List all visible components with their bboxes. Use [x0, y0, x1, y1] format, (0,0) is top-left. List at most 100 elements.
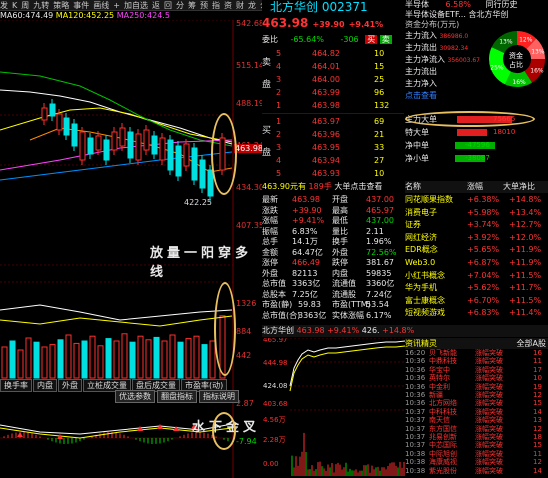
price-axis-label: 542.68: [236, 20, 262, 28]
buy-level[interactable]: 5 463.93 10: [262, 168, 404, 180]
quote-row: 涨停 466.49 跌停 381.67: [262, 257, 404, 268]
menu-item[interactable]: 策略: [53, 1, 69, 10]
volume-axis-label: 442: [236, 351, 251, 360]
sector-row[interactable]: EDR概念 +5.65% +11.9%: [405, 244, 548, 256]
menu-item[interactable]: 财: [236, 1, 244, 10]
quote-row: 涨幅 +9.41% 最低 437.00: [262, 215, 404, 226]
weibi-row: 委比 -65.64% -306 买 卖: [262, 34, 402, 46]
candlestick: [144, 130, 149, 150]
quote-row: 总股本 7.25亿 流通股 7.24亿: [262, 289, 404, 300]
news-row[interactable]: 10:38 紫光股份 涨幅突破 14: [405, 467, 548, 476]
menu-item[interactable]: 周: [21, 1, 29, 10]
candlestick: [200, 160, 205, 188]
sector-row[interactable]: 短视频游戏 +6.83% +11.4%: [405, 307, 548, 319]
sell-level[interactable]: 4 464.01 15: [262, 61, 404, 73]
menu-item[interactable]: 筹: [188, 1, 196, 10]
candlestick: [88, 138, 93, 154]
menu-item[interactable]: 返: [152, 1, 160, 10]
sector-row[interactable]: 同花顺果指数 +6.38% +14.8%: [405, 194, 548, 206]
sell-button[interactable]: 卖: [380, 35, 392, 44]
sell-level[interactable]: 2 463.99 96: [262, 87, 404, 99]
volume-bar: [106, 339, 111, 378]
highlight-ellipse-3: [212, 412, 236, 450]
volume-bar: [154, 337, 159, 378]
quote-row: 振幅 6.83% 量比 2.11: [262, 226, 404, 237]
volume-bar: [130, 342, 135, 378]
sell-level[interactable]: 5 464.82 10: [262, 48, 404, 60]
buy-level[interactable]: 4 463.94 27: [262, 155, 404, 167]
svg-text:16%: 16%: [512, 79, 526, 86]
menu-item[interactable]: 事件: [73, 1, 89, 10]
menu-item[interactable]: 九转: [33, 1, 49, 10]
quote-panel: 北方华创 002371 463.98 +39.90 +9.41% 半导体 6.5…: [262, 0, 548, 478]
quote-row: 总市值 3363亿 流通值 3360亿: [262, 278, 404, 289]
volume-axis-label: 1326: [236, 299, 256, 308]
order-book: 5 464.82 10 4 464.01 15 3 464.00 25 2 463.99 96 1 463…: [262, 46, 404, 164]
menu-item[interactable]: 资: [224, 1, 232, 10]
menu-item[interactable]: K: [12, 1, 17, 10]
menu-item[interactable]: 分: [176, 1, 184, 10]
quote-row: 最新 463.98 开盘 437.00: [262, 194, 404, 205]
sell-level[interactable]: 3 464.00 25: [262, 74, 404, 86]
price-axis-label: 515.14: [236, 61, 262, 70]
indicator-button[interactable]: 优选参数: [115, 390, 155, 403]
sector-header: 名称 涨幅 大单净比: [405, 181, 548, 193]
sector-row[interactable]: 消费电子 +5.98% +13.4%: [405, 207, 548, 219]
highlight-ellipse-flow: [405, 111, 535, 127]
candlestick: [50, 104, 55, 116]
indicator-button[interactable]: 翻盘指标: [157, 390, 197, 403]
menu-item[interactable]: 画线: [93, 1, 109, 10]
buy-button[interactable]: 买: [365, 35, 377, 44]
candlestick: [160, 138, 165, 160]
sell-level[interactable]: 1 463.98 132: [262, 100, 404, 112]
flow-row: 主力流出: [405, 66, 487, 78]
indicator-tab[interactable]: 内盘: [33, 379, 57, 392]
menu-item[interactable]: 预: [200, 1, 208, 10]
svg-text:13%: 13%: [531, 48, 545, 55]
candlestick: [80, 132, 85, 160]
current-price-tag: 463.98: [235, 144, 262, 153]
indicator-tab[interactable]: 换手率: [0, 379, 32, 392]
buy-level[interactable]: 2 463.96 21: [262, 129, 404, 141]
news-header[interactable]: 资讯精灵 全部A股: [405, 338, 548, 349]
volume-bar: [74, 343, 79, 378]
big-order-row: 净小单 -38087: [405, 153, 548, 165]
intraday-axis-label: 403.68: [263, 400, 288, 408]
intraday-axis-label: 444.98: [263, 359, 288, 367]
candlestick: [136, 134, 141, 160]
indicator-tab[interactable]: 外盘: [58, 379, 82, 392]
volume-bar: [10, 341, 15, 378]
svg-text:资金: 资金: [509, 51, 523, 60]
menu-item[interactable]: 指: [212, 1, 220, 10]
menu-item[interactable]: 加自选: [124, 1, 148, 10]
volume-bar: [66, 335, 71, 378]
sector-row[interactable]: 网红经济 +3.92% +12.0%: [405, 232, 548, 244]
quote-row: 市盈(静) 59.83 市盈(TTM) 53.54: [262, 299, 404, 310]
sector-row[interactable]: Web3.0 +6.87% +11.9%: [405, 257, 548, 269]
sector-row[interactable]: 华为手机 +5.62% +11.7%: [405, 282, 548, 294]
menu-item[interactable]: 回: [164, 1, 172, 10]
quote-row: 总市值(合) 3363亿 实体涨幅 6.17%: [262, 310, 404, 321]
volume-bar: [114, 341, 119, 378]
volume-bar: [82, 341, 87, 378]
menu-item[interactable]: +: [113, 1, 120, 10]
svg-text:16%: 16%: [530, 68, 544, 75]
svg-text:13%: 13%: [499, 38, 513, 45]
volume-bar: [18, 350, 23, 378]
menu-item[interactable]: 龙: [248, 1, 256, 10]
candlestick: [152, 136, 157, 154]
sector-row[interactable]: 证券 +3.74% +12.7%: [405, 219, 548, 231]
flow-link[interactable]: 点击查看: [405, 90, 487, 101]
volume-bar: [186, 339, 191, 378]
sector-row[interactable]: 小红书概念 +7.04% +11.5%: [405, 270, 548, 282]
buy-level[interactable]: 3 463.95 33: [262, 142, 404, 154]
volume-bar: [26, 338, 31, 378]
volume-bar: [90, 336, 95, 378]
candlestick: [104, 140, 109, 160]
big-order-row: 净中单 -47596: [405, 140, 548, 152]
buy-level[interactable]: 1 463.97 69: [262, 116, 404, 128]
sector-row[interactable]: 富士康概念 +6.70% +11.5%: [405, 295, 548, 307]
flow-row: 主力净入: [405, 78, 487, 90]
indicator-button[interactable]: 指标说明: [199, 390, 239, 403]
menu-item[interactable]: 发: [0, 1, 8, 10]
